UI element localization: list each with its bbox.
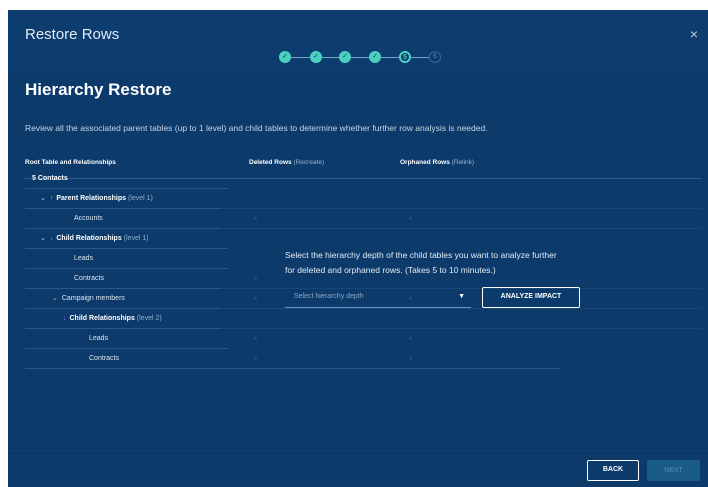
step-3-check-icon: ✓ xyxy=(339,51,351,63)
back-button[interactable]: BACK xyxy=(587,460,639,481)
table-row-accounts: Accounts xyxy=(25,209,228,229)
table-row-contracts-level2: Contracts xyxy=(25,349,560,369)
column-header-orphaned: Orphaned Rows (Relink) xyxy=(400,159,475,166)
step-2-check-icon: ✓ xyxy=(310,51,322,63)
column-header-deleted: Deleted Rows (Recreate) xyxy=(249,159,325,166)
arrow-down-icon: ↓ xyxy=(63,315,67,322)
placeholder-dot xyxy=(254,297,257,300)
placeholder-dot xyxy=(409,337,412,340)
step-1-check-icon: ✓ xyxy=(279,51,291,63)
parent-relationships-row[interactable]: ⌄ ↑ Parent Relationships (level 1) xyxy=(25,189,228,209)
table-row-campaign-members[interactable]: ⌄ Campaign members xyxy=(25,289,228,309)
root-row-contacts: 5 Contacts xyxy=(25,169,228,189)
analysis-prompt: Select the hierarchy depth of the child … xyxy=(285,250,557,275)
placeholder-dot xyxy=(409,217,412,220)
page-description: Review all the associated parent tables … xyxy=(25,123,488,133)
step-5-current: 5 xyxy=(399,51,411,63)
wizard-stepper: ✓ ✓ ✓ ✓ 5 6 xyxy=(279,51,479,65)
table-row-leads: Leads xyxy=(25,249,228,269)
column-header-root: Root Table and Relationships xyxy=(25,159,116,166)
step-6-future: 6 xyxy=(429,51,441,63)
table-row-contracts: Contracts xyxy=(25,269,228,289)
hierarchy-depth-select[interactable]: Select hierarchy depth ▼ xyxy=(285,286,471,308)
arrow-up-icon: ↑ xyxy=(49,195,54,202)
chevron-down-icon[interactable]: ⌄ xyxy=(52,295,58,302)
placeholder-dot xyxy=(254,217,257,220)
chevron-down-icon[interactable]: ⌄ xyxy=(40,195,46,202)
step-4-check-icon: ✓ xyxy=(369,51,381,63)
restore-rows-dialog: Restore Rows × ✓ ✓ ✓ ✓ 5 6 Hierarchy Res… xyxy=(8,10,708,487)
child-relationships-row-level1[interactable]: ⌄ ↓ Child Relationships (level 1) xyxy=(25,229,228,249)
placeholder-dot xyxy=(254,357,257,360)
table-row-leads-level2: Leads xyxy=(25,329,228,349)
placeholder-dot xyxy=(254,277,257,280)
placeholder-dot xyxy=(254,337,257,340)
caret-down-icon[interactable]: ▼ xyxy=(458,286,465,307)
next-button[interactable]: NEXT xyxy=(647,460,700,481)
analyze-impact-button[interactable]: ANALYZE IMPACT xyxy=(482,287,580,308)
chevron-down-icon[interactable]: ⌄ xyxy=(40,235,46,242)
page-title: Hierarchy Restore xyxy=(25,80,172,99)
footer-divider xyxy=(8,450,708,451)
arrow-down-icon: ↓ xyxy=(49,235,54,242)
child-relationships-row-level2[interactable]: ↓ Child Relationships (level 2) xyxy=(25,309,228,329)
dialog-title: Restore Rows xyxy=(25,26,120,43)
close-icon[interactable]: × xyxy=(688,27,700,41)
dialog-header: Restore Rows × ✓ ✓ ✓ ✓ 5 6 xyxy=(8,10,708,72)
placeholder-dot xyxy=(409,357,412,360)
